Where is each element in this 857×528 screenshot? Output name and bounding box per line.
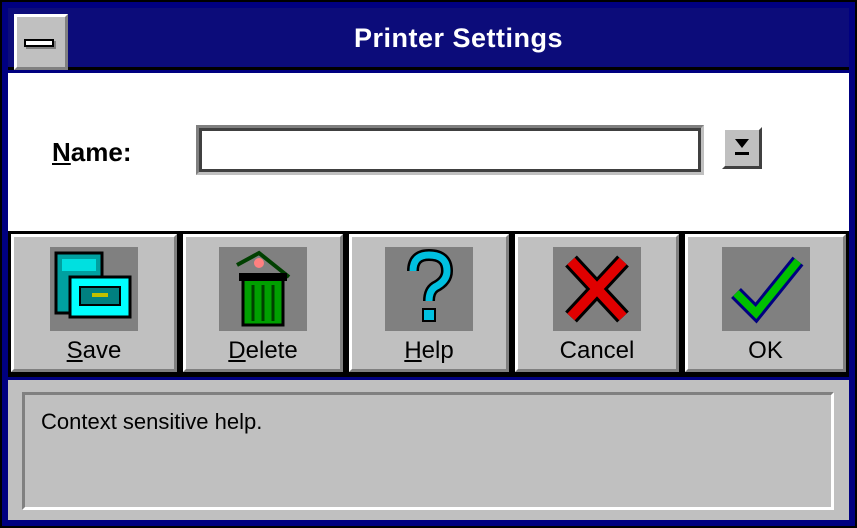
window-title: Printer Settings xyxy=(353,23,564,53)
name-dropdown-button[interactable] xyxy=(722,127,762,169)
system-menu-button[interactable] xyxy=(14,14,68,70)
toolbar: Save Delete Help Cancel OK xyxy=(8,231,849,377)
ok-label: OK xyxy=(748,337,783,364)
name-label: Name: xyxy=(52,137,131,168)
cabinet-save-icon xyxy=(54,251,132,319)
title-bar[interactable]: Printer Settings xyxy=(8,8,849,70)
delete-button[interactable]: Delete xyxy=(183,234,343,372)
save-label: Save xyxy=(66,337,122,364)
arrow-down-icon xyxy=(735,139,749,148)
help-label: Help xyxy=(404,337,454,364)
printer-settings-window: Printer Settings Name: Save Delete Help … xyxy=(0,0,857,528)
trash-can-icon xyxy=(236,250,291,327)
form-area: Name: xyxy=(8,73,849,231)
system-menu-icon xyxy=(24,39,54,47)
cancel-label: Cancel xyxy=(559,337,635,364)
question-mark-icon xyxy=(407,248,454,322)
status-bar: Context sensitive help. xyxy=(8,380,849,520)
name-label-rest: ame: xyxy=(70,137,132,167)
status-text: Context sensitive help. xyxy=(22,392,834,510)
save-button[interactable]: Save xyxy=(11,234,177,372)
name-label-mnemonic: N xyxy=(52,137,71,167)
name-input[interactable] xyxy=(196,125,704,175)
help-button[interactable]: Help xyxy=(349,234,509,372)
delete-label: Delete xyxy=(228,337,298,364)
green-check-icon xyxy=(730,256,803,324)
ok-button[interactable]: OK xyxy=(685,234,846,372)
cancel-button[interactable]: Cancel xyxy=(515,234,679,372)
red-x-icon xyxy=(565,255,629,323)
